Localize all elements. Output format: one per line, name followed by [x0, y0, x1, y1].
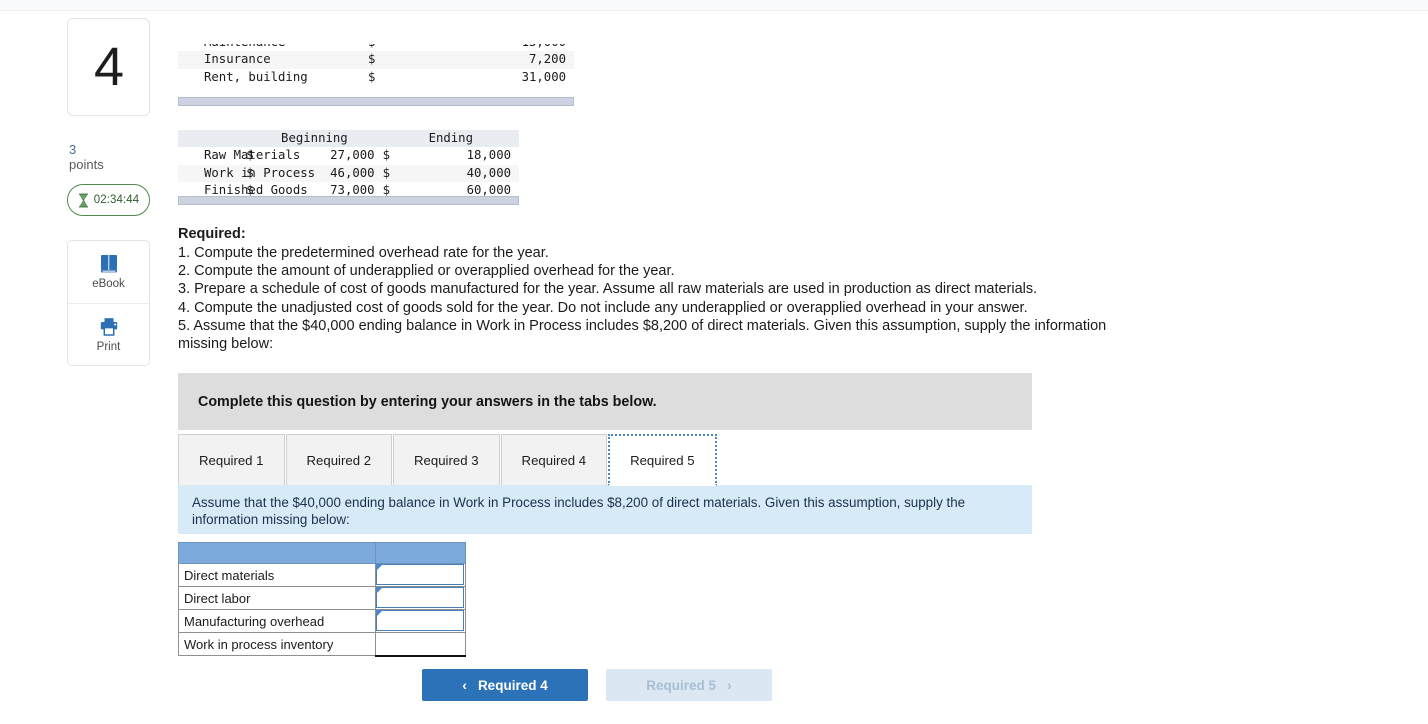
required-item-1: 1. Compute the predetermined overhead ra… [178, 245, 549, 261]
cost-row-amount: 31,000 [521, 69, 566, 84]
table-row: Work in process inventory [178, 632, 466, 657]
inventory-beg-amount: 27,000 [330, 148, 375, 163]
tab-info-text: Assume that the $40,000 ending balance i… [192, 495, 966, 527]
answer-row-cell[interactable] [375, 609, 466, 633]
table-row: Direct materials [178, 563, 466, 587]
required-item-2: 2. Compute the amount of underapplied or… [178, 263, 675, 280]
chevron-left-icon: ‹ [462, 677, 467, 693]
inventory-table: Beginning Ending Raw Materials $ 27,000 … [178, 130, 519, 200]
cost-row-amount: 15,000 [384, 44, 574, 51]
answer-row-cell[interactable] [375, 563, 466, 587]
manufacturing-overhead-input[interactable] [376, 610, 464, 631]
cost-table-scroll-region[interactable]: Maintenance $ 15,000 Insurance $ 7,200 R… [178, 44, 574, 96]
table-row: Work in Process $ 46,000 $ 40,000 [178, 164, 519, 183]
requirement-tabs: Required 1 Required 2 Required 3 Require… [178, 433, 1032, 486]
required-section: Required: 1. Compute the predetermined o… [178, 226, 1138, 353]
tab-required-1[interactable]: Required 1 [178, 434, 285, 486]
question-page: 4 3 points 02:34:44 eBook Print Insuranc… [0, 0, 1428, 724]
print-label: Print [96, 340, 121, 353]
inventory-header-ending: Ending [382, 130, 519, 148]
next-required-button[interactable]: Required 5 › [606, 669, 772, 701]
question-number-box: 4 [67, 18, 150, 116]
cell-marker-triangle-icon [376, 587, 383, 594]
inventory-row-label: Raw Materials [204, 148, 301, 163]
cost-row-label: Rent, building [204, 69, 308, 84]
tab-required-3[interactable]: Required 3 [393, 434, 500, 486]
book-icon [100, 255, 117, 273]
table-row: Direct labor [178, 586, 466, 610]
cost-row-amount: 7,200 [528, 52, 566, 67]
table-row: Insurance $ 7,200 [178, 51, 574, 69]
inventory-header-beginning: Beginning [246, 130, 383, 148]
inventory-end-amount: 18,000 [466, 148, 511, 163]
table-row: Raw Materials $ 27,000 $ 18,000 [178, 147, 519, 164]
hourglass-icon [78, 193, 88, 207]
tab-required-4[interactable]: Required 4 [500, 434, 608, 486]
answer-row-label: Direct labor [178, 586, 376, 610]
tab-required-2[interactable]: Required 2 [285, 434, 393, 486]
answer-row-label: Direct materials [178, 563, 376, 587]
inventory-beg-amount: 46,000 [330, 165, 375, 180]
answer-table: Direct materials Direct labor Manufactur… [178, 542, 466, 657]
timer-badge: 02:34:44 [67, 184, 150, 216]
prev-required-label: Required 4 [477, 677, 548, 693]
cell-marker-triangle-icon [376, 564, 383, 571]
print-button[interactable]: Print [68, 303, 149, 365]
cell-marker-triangle-icon [376, 610, 383, 617]
cost-row-label: Maintenance [178, 44, 368, 51]
tools-panel: eBook Print [67, 240, 150, 366]
answer-table-region: Direct materials Direct labor Manufactur… [178, 542, 466, 657]
work-in-process-total-cell [375, 632, 466, 657]
tab-required-5[interactable]: Required 5 [608, 434, 717, 486]
inventory-end-amount: 40,000 [466, 165, 511, 180]
cost-row-currency: $ [368, 44, 384, 51]
cost-table-horizontal-scrollbar[interactable] [178, 97, 574, 106]
required-item-5: 5. Assume that the $40,000 ending balanc… [178, 317, 1107, 353]
points-label: points [69, 157, 104, 172]
ebook-label: eBook [92, 278, 125, 290]
required-item-4: 4. Compute the unadjusted cost of goods … [178, 299, 1028, 316]
answer-table-header-row [178, 542, 466, 564]
cost-row-label: Insurance [204, 52, 271, 67]
required-heading: Required: [178, 226, 246, 242]
instruction-banner: Complete this question by entering your … [178, 373, 1032, 430]
ebook-button[interactable]: eBook [68, 241, 149, 303]
top-header-strip [0, 0, 1428, 11]
table-row: Rent, building $ 31,000 [178, 69, 574, 86]
answer-header-left [178, 542, 376, 564]
question-navigation: ‹ Required 4 Required 5 › [422, 669, 772, 701]
answer-header-right [375, 542, 466, 564]
direct-labor-input[interactable] [376, 587, 464, 608]
answer-row-label: Manufacturing overhead [178, 609, 376, 633]
chevron-right-icon: › [727, 677, 732, 693]
points-value: 3 [69, 142, 77, 157]
question-sidebar: 4 3 points 02:34:44 eBook Print [67, 18, 151, 366]
direct-materials-input[interactable] [376, 564, 464, 585]
next-required-label: Required 5 [646, 677, 717, 693]
printer-icon [100, 317, 117, 336]
required-item-3: 3. Prepare a schedule of cost of goods m… [178, 281, 1038, 298]
instruction-banner-text: Complete this question by entering your … [198, 393, 657, 410]
inventory-table-region: Beginning Ending Raw Materials $ 27,000 … [178, 130, 519, 200]
table-row: Maintenance $ 15,000 [178, 44, 574, 51]
inventory-end-currency: $ [382, 148, 390, 163]
cost-row-currency: $ [368, 69, 376, 84]
answer-row-label: Work in process inventory [178, 632, 376, 656]
prev-required-button[interactable]: ‹ Required 4 [422, 669, 588, 701]
answer-row-cell[interactable] [375, 586, 466, 610]
inventory-header-blank [178, 130, 247, 148]
inventory-row-label: Work in Process [204, 165, 316, 180]
inventory-table-horizontal-scrollbar[interactable] [178, 196, 519, 205]
table-row: Manufacturing overhead [178, 609, 466, 633]
points-block: 3 points [67, 142, 151, 173]
table-header-row: Beginning Ending [178, 130, 519, 148]
cost-table: Maintenance $ 15,000 Insurance $ 7,200 R… [178, 44, 574, 86]
question-number: 4 [93, 37, 124, 97]
inventory-end-currency: $ [382, 165, 390, 180]
timer-value: 02:34:44 [93, 194, 140, 206]
cost-row-currency: $ [368, 52, 376, 67]
tab-info-panel: Assume that the $40,000 ending balance i… [178, 485, 1032, 534]
